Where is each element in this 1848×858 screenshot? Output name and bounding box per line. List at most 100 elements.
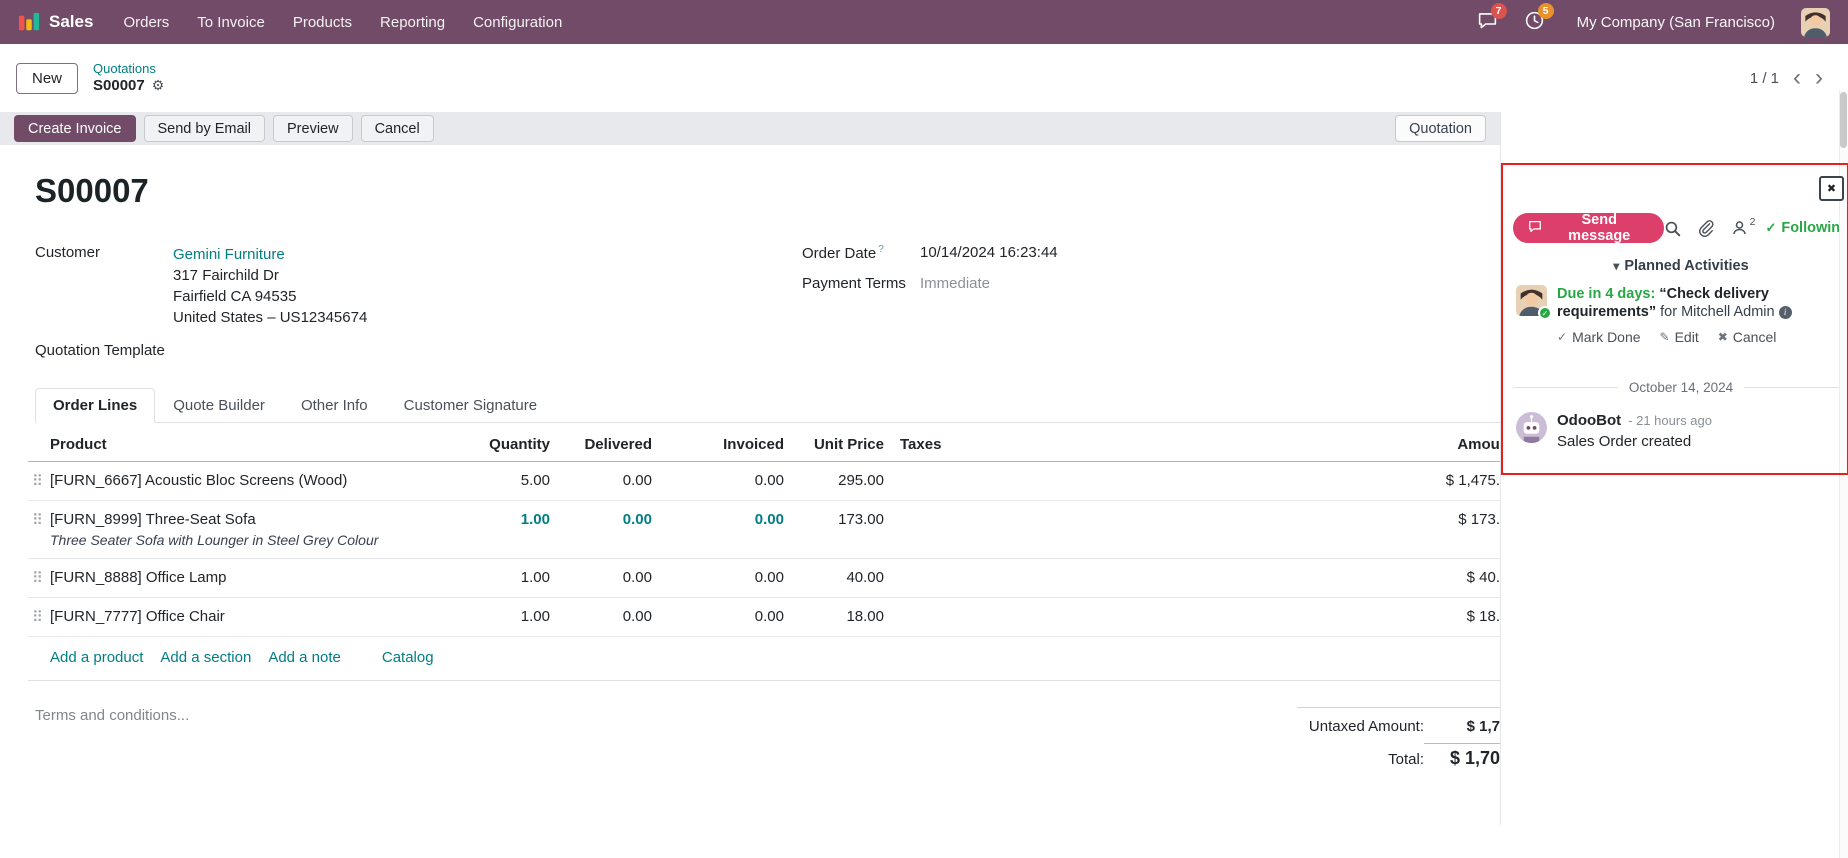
delivered-cell[interactable]: 0.00 bbox=[550, 559, 652, 598]
quantity-cell[interactable]: 1.00 bbox=[488, 598, 550, 637]
notebook-tabs: Order Lines Quote Builder Other Info Cus… bbox=[35, 388, 1500, 423]
menu-configuration[interactable]: Configuration bbox=[473, 14, 562, 31]
form-sheet: S00007 Customer Gemini Furniture 317 Fai… bbox=[0, 145, 1500, 825]
tab-other-info[interactable]: Other Info bbox=[283, 388, 386, 423]
unit-price-cell[interactable]: 40.00 bbox=[784, 559, 884, 598]
main-column: Create Invoice Send by Email Preview Can… bbox=[0, 112, 1500, 825]
order-line-row[interactable]: ⠿ [FURN_8999] Three-Seat Sofa Three Seat… bbox=[28, 501, 1500, 559]
user-avatar[interactable] bbox=[1801, 8, 1830, 37]
odoo-apps-logo[interactable] bbox=[18, 11, 40, 33]
stage-quotation-button[interactable]: Quotation bbox=[1395, 115, 1486, 142]
activities-button[interactable]: 5 bbox=[1524, 10, 1545, 35]
messages-button[interactable]: 7 bbox=[1477, 10, 1498, 35]
delivered-cell[interactable]: 0.00 bbox=[550, 598, 652, 637]
chatter-message: OdooBot - 21 hours ago Sales Order creat… bbox=[1513, 412, 1848, 450]
column-header-delivered: Delivered bbox=[550, 431, 652, 462]
terms-and-conditions-field[interactable]: Terms and conditions... bbox=[35, 707, 189, 772]
planned-activities-header[interactable]: ▾Planned Activities bbox=[1513, 258, 1848, 274]
invoiced-cell[interactable]: 0.00 bbox=[652, 501, 784, 559]
invoiced-cell[interactable]: 0.00 bbox=[652, 462, 784, 501]
taxes-cell[interactable] bbox=[884, 501, 1024, 559]
add-section-link[interactable]: Add a section bbox=[160, 649, 251, 666]
followers-count: 2 bbox=[1750, 216, 1756, 228]
scrollbar-thumb[interactable] bbox=[1840, 92, 1847, 148]
messages-badge: 7 bbox=[1491, 3, 1507, 19]
drag-handle-icon[interactable]: ⠿ bbox=[28, 501, 50, 559]
product-cell[interactable]: [FURN_8888] Office Lamp bbox=[50, 559, 488, 598]
taxes-cell[interactable] bbox=[884, 559, 1024, 598]
column-header-quantity: Quantity bbox=[488, 431, 550, 462]
record-title: S00007 bbox=[35, 171, 1500, 211]
menu-to-invoice[interactable]: To Invoice bbox=[197, 14, 265, 31]
menu-reporting[interactable]: Reporting bbox=[380, 14, 445, 31]
company-switcher[interactable]: My Company (San Francisco) bbox=[1577, 14, 1775, 31]
main-menu: Orders To Invoice Products Reporting Con… bbox=[123, 14, 562, 31]
delivered-cell[interactable]: 0.00 bbox=[550, 462, 652, 501]
add-note-link[interactable]: Add a note bbox=[268, 649, 341, 666]
product-cell[interactable]: [FURN_6667] Acoustic Bloc Screens (Wood) bbox=[50, 462, 488, 501]
tab-quote-builder[interactable]: Quote Builder bbox=[155, 388, 283, 423]
product-cell[interactable]: [FURN_8999] Three-Seat Sofa Three Seater… bbox=[50, 501, 488, 559]
amount-cell: $ 18. bbox=[1024, 598, 1500, 637]
close-icon[interactable]: ✖ bbox=[1819, 176, 1844, 201]
workspace: Create Invoice Send by Email Preview Can… bbox=[0, 112, 1848, 825]
payment-terms-value[interactable]: Immediate bbox=[920, 275, 990, 292]
cancel-activity-button[interactable]: ✖Cancel bbox=[1718, 328, 1777, 346]
add-product-link[interactable]: Add a product bbox=[50, 649, 143, 666]
gear-icon[interactable]: ⚙ bbox=[152, 77, 165, 94]
followers-icon[interactable]: 2 bbox=[1731, 220, 1748, 236]
app-name[interactable]: Sales bbox=[49, 12, 93, 32]
breadcrumb-quotations[interactable]: Quotations bbox=[93, 61, 164, 77]
quantity-cell[interactable]: 5.00 bbox=[488, 462, 550, 501]
drag-handle-icon[interactable]: ⠿ bbox=[28, 559, 50, 598]
tab-order-lines[interactable]: Order Lines bbox=[35, 388, 155, 423]
pager-value[interactable]: 1 / 1 bbox=[1750, 70, 1779, 87]
order-line-row[interactable]: ⠿ [FURN_6667] Acoustic Bloc Screens (Woo… bbox=[28, 462, 1500, 501]
order-line-row[interactable]: ⠿ [FURN_8888] Office Lamp 1.00 0.00 0.00… bbox=[28, 559, 1500, 598]
pager-previous-button[interactable]: ‹ bbox=[1793, 66, 1801, 90]
taxes-cell[interactable] bbox=[884, 598, 1024, 637]
order-date-value[interactable]: 10/14/2024 16:23:44 bbox=[920, 244, 1058, 262]
order-line-row[interactable]: ⠿ [FURN_7777] Office Chair 1.00 0.00 0.0… bbox=[28, 598, 1500, 637]
menu-orders[interactable]: Orders bbox=[123, 14, 169, 31]
pager-next-button[interactable]: › bbox=[1815, 66, 1823, 90]
message-author[interactable]: OdooBot bbox=[1557, 412, 1621, 429]
unit-price-cell[interactable]: 295.00 bbox=[784, 462, 884, 501]
create-invoice-button[interactable]: Create Invoice bbox=[14, 115, 136, 142]
taxes-cell[interactable] bbox=[884, 462, 1024, 501]
quantity-cell[interactable]: 1.00 bbox=[488, 559, 550, 598]
following-button[interactable]: ✓ Following bbox=[1765, 220, 1848, 236]
delivered-cell[interactable]: 0.00 bbox=[550, 501, 652, 559]
drag-handle-icon[interactable]: ⠿ bbox=[28, 598, 50, 637]
product-cell[interactable]: [FURN_7777] Office Chair bbox=[50, 598, 488, 637]
chat-bubble-icon bbox=[1528, 220, 1542, 237]
info-icon[interactable]: i bbox=[1779, 306, 1792, 319]
page-scrollbar[interactable] bbox=[1839, 90, 1848, 858]
activity-done-badge: ✓ bbox=[1538, 306, 1552, 320]
cancel-button[interactable]: Cancel bbox=[361, 115, 434, 142]
help-icon[interactable]: ? bbox=[878, 244, 884, 255]
search-messages-icon[interactable] bbox=[1664, 220, 1681, 237]
menu-products[interactable]: Products bbox=[293, 14, 352, 31]
tab-customer-signature[interactable]: Customer Signature bbox=[386, 388, 555, 423]
unit-price-cell[interactable]: 18.00 bbox=[784, 598, 884, 637]
check-icon: ✓ bbox=[1765, 220, 1776, 236]
payment-terms-label: Payment Terms bbox=[802, 275, 920, 292]
quantity-cell[interactable]: 1.00 bbox=[488, 501, 550, 559]
catalog-link[interactable]: Catalog bbox=[382, 649, 434, 666]
attachments-icon[interactable] bbox=[1698, 220, 1714, 237]
quotation-template-label: Quotation Template bbox=[35, 342, 173, 359]
product-description: Three Seater Sofa with Lounger in Steel … bbox=[50, 532, 488, 548]
new-button[interactable]: New bbox=[16, 63, 78, 94]
invoiced-cell[interactable]: 0.00 bbox=[652, 559, 784, 598]
edit-activity-button[interactable]: ✎Edit bbox=[1660, 328, 1699, 346]
mark-done-button[interactable]: ✓Mark Done bbox=[1557, 328, 1641, 346]
send-by-email-button[interactable]: Send by Email bbox=[144, 115, 266, 142]
check-icon: ✓ bbox=[1557, 328, 1567, 346]
customer-link[interactable]: Gemini Furniture bbox=[173, 246, 285, 263]
unit-price-cell[interactable]: 173.00 bbox=[784, 501, 884, 559]
invoiced-cell[interactable]: 0.00 bbox=[652, 598, 784, 637]
preview-button[interactable]: Preview bbox=[273, 115, 353, 142]
drag-handle-icon[interactable]: ⠿ bbox=[28, 462, 50, 501]
send-message-button[interactable]: Send message bbox=[1513, 213, 1664, 243]
